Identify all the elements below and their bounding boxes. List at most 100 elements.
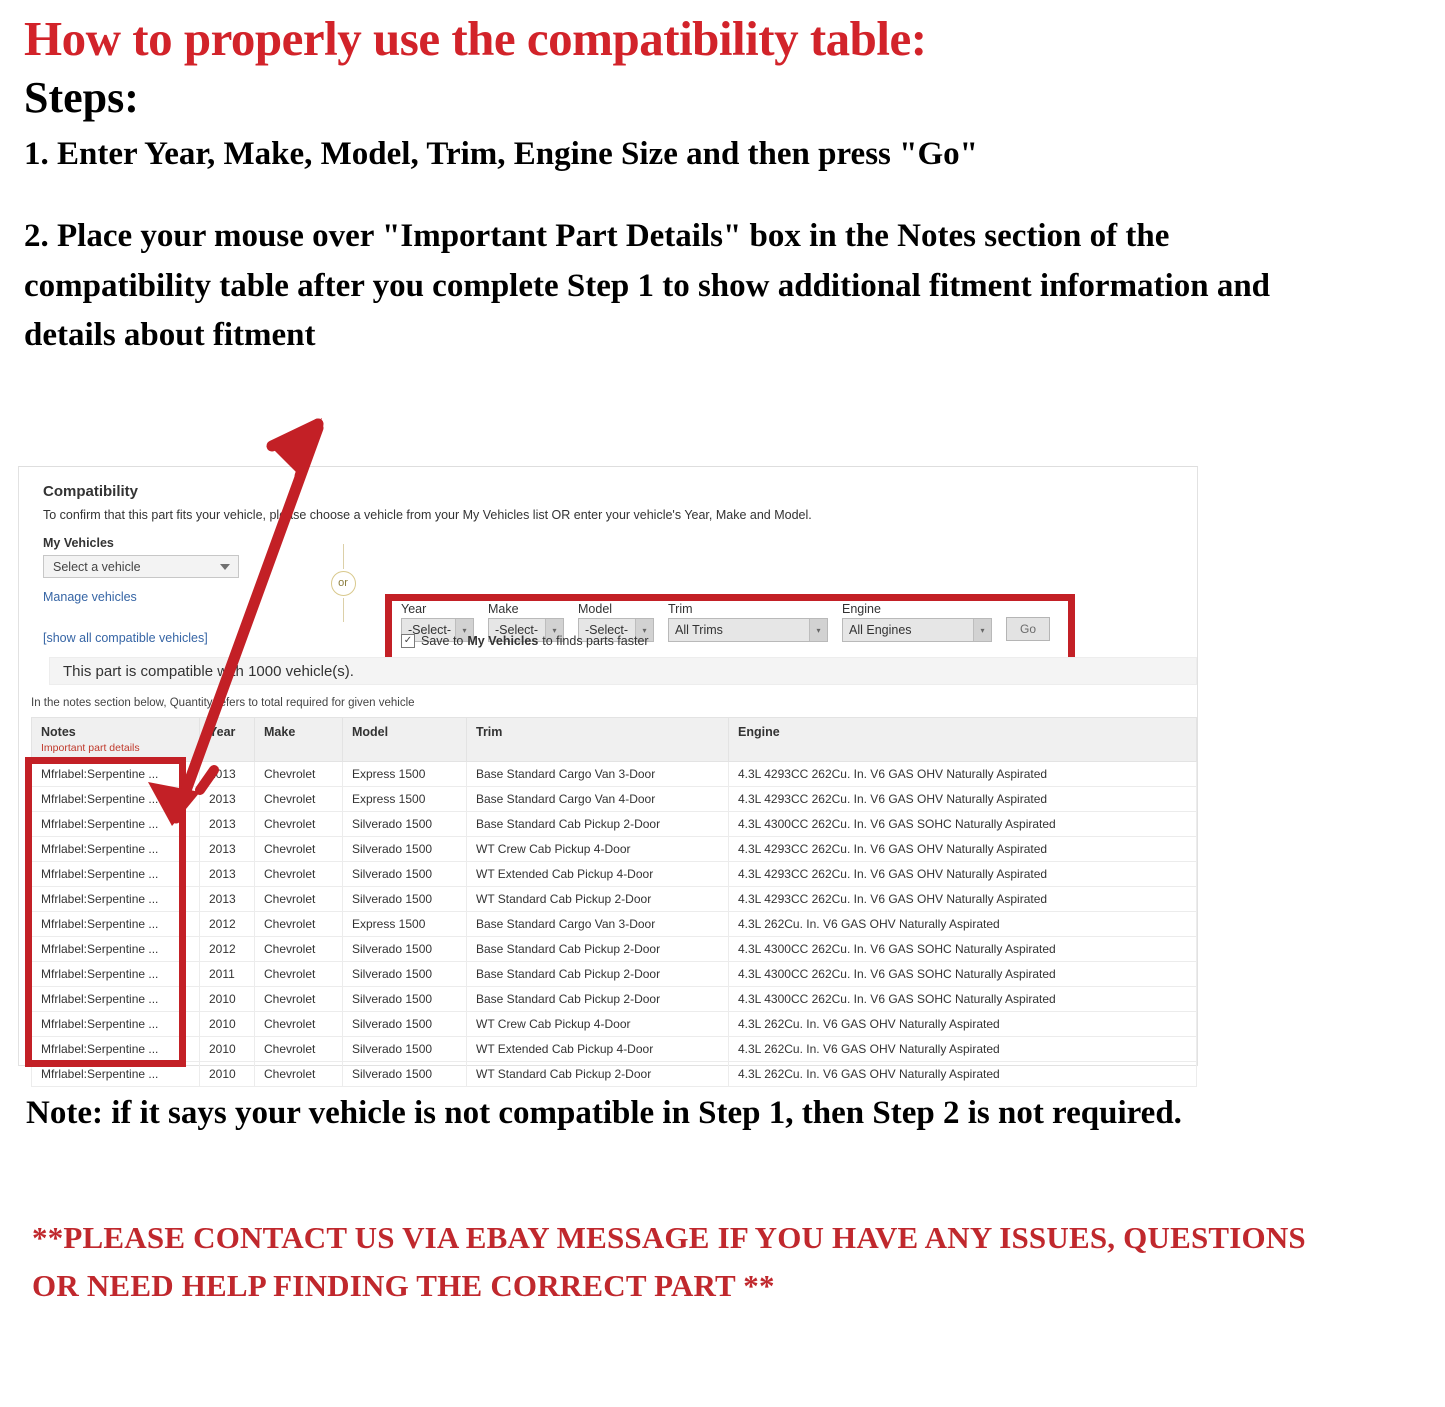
cell-notes[interactable]: Mfrlabel:Serpentine ... <box>31 936 200 962</box>
step-2-text: 2. Place your mouse over "Important Part… <box>24 218 1271 354</box>
table-row: Mfrlabel:Serpentine ... 2012 Chevrolet Silv… <box>31 936 1197 962</box>
cell-notes[interactable]: Mfrlabel:Serpentine ... <box>31 961 200 987</box>
step-1-text: 1. Enter Year, Make, Model, Trim, Engine… <box>24 136 978 173</box>
engine-select-value: All Engines <box>849 623 912 637</box>
cell-model: Silverado 1500 <box>342 1036 467 1062</box>
table-row: Mfrlabel:Serpentine ... 2011 Chevrolet Silv… <box>31 961 1197 987</box>
trim-label: Trim <box>668 602 693 616</box>
or-line-bottom <box>342 597 344 622</box>
cell-engine: 4.3L 4300CC 262Cu. In. V6 GAS SOHC Natur… <box>728 811 1197 837</box>
cell-notes[interactable]: Mfrlabel:Serpentine ... <box>31 1061 200 1087</box>
cell-model: Express 1500 <box>342 911 467 937</box>
year-label: Year <box>401 602 427 616</box>
col-header-notes[interactable]: Notes Important part details <box>31 717 200 762</box>
cell-engine: 4.3L 4300CC 262Cu. In. V6 GAS SOHC Natur… <box>728 961 1197 987</box>
cell-engine: 4.3L 262Cu. In. V6 GAS OHV Naturally Asp… <box>728 1011 1197 1037</box>
cell-trim: Base Standard Cab Pickup 2-Door <box>466 811 729 837</box>
cell-notes[interactable]: Mfrlabel:Serpentine ... <box>31 761 200 787</box>
cell-notes[interactable]: Mfrlabel:Serpentine ... <box>31 836 200 862</box>
cell-year: 2013 <box>199 861 255 887</box>
make-label: Make <box>488 602 519 616</box>
cell-make: Chevrolet <box>254 861 343 887</box>
cell-year: 2013 <box>199 836 255 862</box>
cell-make: Chevrolet <box>254 986 343 1012</box>
cell-make: Chevrolet <box>254 836 343 862</box>
trim-select-value: All Trims <box>675 623 723 637</box>
cell-make: Chevrolet <box>254 761 343 787</box>
important-part-details-label[interactable]: Important part details <box>41 742 199 754</box>
page-title: How to properly use the compatibility ta… <box>24 11 927 66</box>
cell-model: Silverado 1500 <box>342 811 467 837</box>
cell-engine: 4.3L 4293CC 262Cu. In. V6 GAS OHV Natura… <box>728 861 1197 887</box>
cell-make: Chevrolet <box>254 786 343 812</box>
cell-trim: WT Standard Cab Pickup 2-Door <box>466 1061 729 1087</box>
go-button[interactable]: Go <box>1006 617 1050 641</box>
fitment-table-body: Mfrlabel:Serpentine ... 2013 Chevrolet Expr… <box>31 761 1197 1087</box>
cell-notes[interactable]: Mfrlabel:Serpentine ... <box>31 886 200 912</box>
cell-engine: 4.3L 4300CC 262Cu. In. V6 GAS SOHC Natur… <box>728 936 1197 962</box>
model-label: Model <box>578 602 613 616</box>
cell-year: 2010 <box>199 1061 255 1087</box>
cell-engine: 4.3L 4300CC 262Cu. In. V6 GAS SOHC Natur… <box>728 986 1197 1012</box>
table-row: Mfrlabel:Serpentine ... 2013 Chevrolet Silv… <box>31 836 1197 862</box>
footer-contact: **PLEASE CONTACT US VIA EBAY MESSAGE IF … <box>32 1220 1306 1304</box>
cell-make: Chevrolet <box>254 1011 343 1037</box>
cell-make: Chevrolet <box>254 886 343 912</box>
save-text-bold: My Vehicles <box>467 634 539 648</box>
show-all-compatible-vehicles-link[interactable]: [show all compatible vehicles] <box>43 631 373 645</box>
cell-notes[interactable]: Mfrlabel:Serpentine ... <box>31 786 200 812</box>
col-header-make[interactable]: Make <box>254 717 343 762</box>
col-header-model[interactable]: Model <box>342 717 467 762</box>
engine-label: Engine <box>842 602 881 616</box>
cell-trim: WT Extended Cab Pickup 4-Door <box>466 1036 729 1062</box>
compatibility-card: Compatibility To confirm that this part … <box>18 466 1198 1087</box>
compatibility-count-banner: This part is compatible with 1000 vehicl… <box>49 657 1197 685</box>
table-row: Mfrlabel:Serpentine ... 2013 Chevrolet Silv… <box>31 886 1197 912</box>
col-header-trim[interactable]: Trim <box>466 717 729 762</box>
cell-make: Chevrolet <box>254 936 343 962</box>
cell-year: 2013 <box>199 761 255 787</box>
cell-make: Chevrolet <box>254 1061 343 1087</box>
save-checkbox[interactable]: ✓ <box>401 634 415 648</box>
fitment-table: Notes Important part details Year Make M… <box>31 717 1197 1087</box>
compatibility-subtitle: To confirm that this part fits your vehi… <box>43 508 812 522</box>
save-to-my-vehicles-row: ✓ Save to My Vehicles to finds parts fas… <box>401 634 649 648</box>
engine-select[interactable]: All Engines ▾ <box>842 618 992 642</box>
cell-notes[interactable]: Mfrlabel:Serpentine ... <box>31 911 200 937</box>
cell-engine: 4.3L 4293CC 262Cu. In. V6 GAS OHV Natura… <box>728 836 1197 862</box>
or-line-top <box>342 544 344 569</box>
cell-trim: Base Standard Cargo Van 4-Door <box>466 786 729 812</box>
chevron-down-icon: ▾ <box>973 619 991 641</box>
table-row: Mfrlabel:Serpentine ... 2010 Chevrolet Silv… <box>31 1061 1197 1087</box>
col-header-year[interactable]: Year <box>199 717 255 762</box>
save-text-after: to finds parts faster <box>542 634 649 648</box>
table-row: Mfrlabel:Serpentine ... 2010 Chevrolet Silv… <box>31 986 1197 1012</box>
cell-engine: 4.3L 262Cu. In. V6 GAS OHV Naturally Asp… <box>728 1061 1197 1087</box>
cell-year: 2010 <box>199 1036 255 1062</box>
cell-trim: Base Standard Cab Pickup 2-Door <box>466 936 729 962</box>
trim-select[interactable]: All Trims ▾ <box>668 618 828 642</box>
cell-engine: 4.3L 4293CC 262Cu. In. V6 GAS OHV Natura… <box>728 761 1197 787</box>
cell-model: Silverado 1500 <box>342 986 467 1012</box>
or-badge-label: or <box>330 570 356 596</box>
cell-trim: Base Standard Cargo Van 3-Door <box>466 911 729 937</box>
cell-year: 2010 <box>199 986 255 1012</box>
table-row: Mfrlabel:Serpentine ... 2012 Chevrolet Expr… <box>31 911 1197 937</box>
cell-model: Silverado 1500 <box>342 886 467 912</box>
cell-year: 2013 <box>199 786 255 812</box>
cell-engine: 4.3L 4293CC 262Cu. In. V6 GAS OHV Natura… <box>728 786 1197 812</box>
cell-notes[interactable]: Mfrlabel:Serpentine ... <box>31 1036 200 1062</box>
cell-notes[interactable]: Mfrlabel:Serpentine ... <box>31 861 200 887</box>
cell-notes[interactable]: Mfrlabel:Serpentine ... <box>31 986 200 1012</box>
table-row: Mfrlabel:Serpentine ... 2013 Chevrolet Silv… <box>31 861 1197 887</box>
cell-trim: WT Crew Cab Pickup 4-Door <box>466 1011 729 1037</box>
table-header-row: Notes Important part details Year Make M… <box>31 717 1197 762</box>
col-header-engine[interactable]: Engine <box>728 717 1197 762</box>
vehicle-select-value: Select a vehicle <box>53 559 141 574</box>
cell-notes[interactable]: Mfrlabel:Serpentine ... <box>31 811 200 837</box>
vehicle-select[interactable]: Select a vehicle <box>43 555 239 578</box>
cell-model: Silverado 1500 <box>342 936 467 962</box>
table-row: Mfrlabel:Serpentine ... 2010 Chevrolet Silv… <box>31 1036 1197 1062</box>
cell-notes[interactable]: Mfrlabel:Serpentine ... <box>31 1011 200 1037</box>
trim-field: Trim All Trims ▾ <box>668 602 828 642</box>
